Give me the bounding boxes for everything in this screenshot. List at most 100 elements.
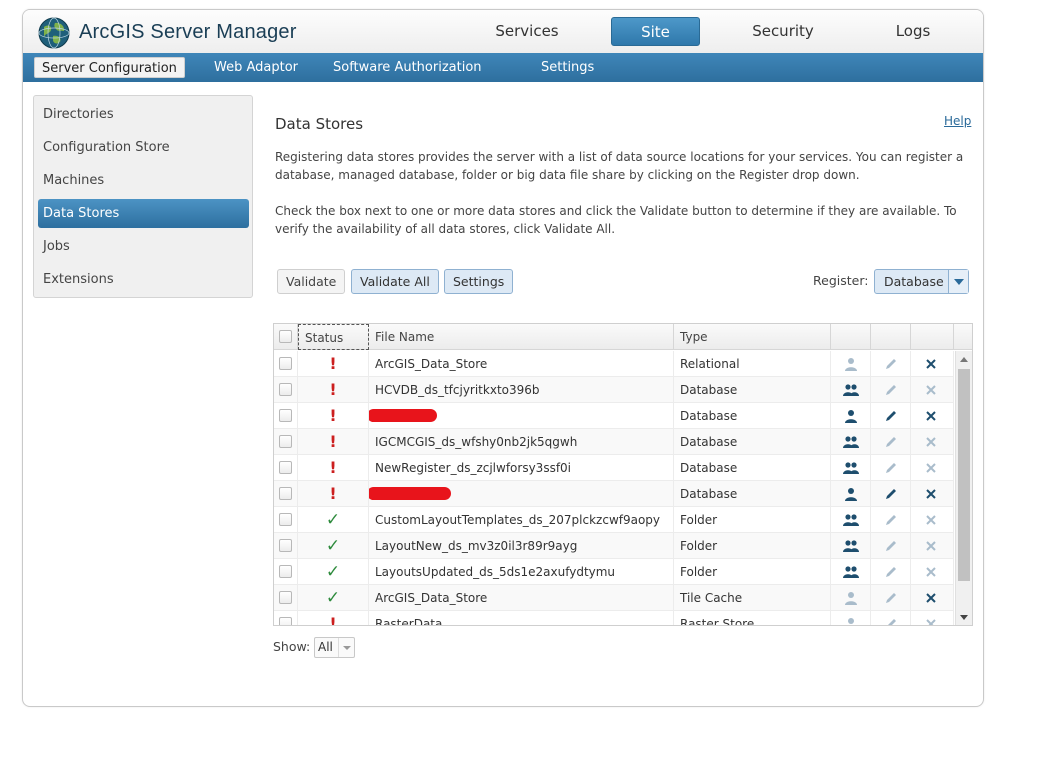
sidebar-item-configuration-store[interactable]: Configuration Store xyxy=(38,133,249,162)
subnav-software-authorization[interactable]: Software Authorization xyxy=(326,57,489,78)
table-row[interactable]: ! Database xyxy=(274,403,954,429)
table-row[interactable]: ! ArcGIS_Data_Store Relational xyxy=(274,351,954,377)
scroll-down-icon[interactable] xyxy=(960,615,968,620)
users-icon[interactable] xyxy=(843,435,859,449)
pencil-icon[interactable] xyxy=(884,435,898,449)
header-edit xyxy=(871,324,911,350)
table-row[interactable]: ✓ LayoutsUpdated_ds_5ds1e2axufydtymu Folde… xyxy=(274,559,954,585)
close-icon[interactable] xyxy=(925,592,937,604)
row-checkbox[interactable] xyxy=(279,435,292,448)
pencil-icon[interactable] xyxy=(884,513,898,527)
table-row[interactable]: ! Database xyxy=(274,481,954,507)
row-checkbox[interactable] xyxy=(279,487,292,500)
header-status[interactable]: Status xyxy=(298,324,369,350)
status-cell: ✓ xyxy=(298,585,369,611)
pencil-icon[interactable] xyxy=(884,383,898,397)
table-row[interactable]: ✓ ArcGIS_Data_Store Tile Cache xyxy=(274,585,954,611)
row-checkbox[interactable] xyxy=(279,357,292,370)
user-icon[interactable] xyxy=(843,487,859,501)
table-row[interactable]: ✓ LayoutNew_ds_mv3z0il3r89r9ayg Folder xyxy=(274,533,954,559)
row-checkbox[interactable] xyxy=(279,461,292,474)
sidebar-item-data-stores[interactable]: Data Stores xyxy=(38,199,249,228)
pencil-icon[interactable] xyxy=(884,617,898,625)
table-row[interactable]: ! IGCMCGIS_ds_wfshy0nb2jk5qgwh Database xyxy=(274,429,954,455)
app-header: ArcGIS Server Manager Services Site Secu… xyxy=(23,10,983,53)
users-icon[interactable] xyxy=(843,383,859,397)
row-checkbox[interactable] xyxy=(279,591,292,604)
scroll-up-icon[interactable] xyxy=(960,357,968,362)
top-tab-site[interactable]: Site xyxy=(611,17,700,46)
sidebar-item-directories[interactable]: Directories xyxy=(38,100,249,129)
table-row[interactable]: ! HCVDB_ds_tfcjyritkxto396b Database xyxy=(274,377,954,403)
row-checkbox[interactable] xyxy=(279,383,292,396)
users-icon[interactable] xyxy=(843,565,859,579)
pencil-icon[interactable] xyxy=(884,409,898,423)
close-icon[interactable] xyxy=(925,540,937,552)
file-name: LayoutsUpdated_ds_5ds1e2axufydtymu xyxy=(375,565,616,579)
settings-button[interactable]: Settings xyxy=(444,269,514,294)
close-icon[interactable] xyxy=(925,566,937,578)
scroll-thumb[interactable] xyxy=(958,369,970,581)
help-link[interactable]: Help xyxy=(944,114,971,128)
close-icon[interactable] xyxy=(925,462,937,474)
subnav-settings[interactable]: Settings xyxy=(534,57,601,78)
chevron-down-icon[interactable] xyxy=(338,638,354,657)
row-checkbox-cell xyxy=(274,559,298,585)
validate-button[interactable]: Validate xyxy=(277,269,346,294)
pencil-icon[interactable] xyxy=(884,539,898,553)
type-cell: Folder xyxy=(674,559,831,585)
chevron-down-icon[interactable] xyxy=(948,270,968,293)
pencil-icon[interactable] xyxy=(884,461,898,475)
type-cell: Database xyxy=(674,377,831,403)
users-icon[interactable] xyxy=(843,513,859,527)
sidebar-item-jobs[interactable]: Jobs xyxy=(38,232,249,261)
top-tab-logs[interactable]: Logs xyxy=(871,17,955,46)
close-icon[interactable] xyxy=(925,514,937,526)
table-row[interactable]: ! NewRegister_ds_zcjlwforsy3ssf0i Database xyxy=(274,455,954,481)
status-cell: ! xyxy=(298,429,369,455)
close-icon[interactable] xyxy=(925,436,937,448)
file-name-cell xyxy=(369,481,674,507)
show-filter-dropdown[interactable]: All xyxy=(314,637,355,658)
top-tab-security[interactable]: Security xyxy=(741,17,825,46)
sidebar-item-machines[interactable]: Machines xyxy=(38,166,249,195)
users-icon[interactable] xyxy=(843,539,859,553)
header-file-name[interactable]: File Name xyxy=(369,324,674,350)
permissions-cell xyxy=(831,403,871,429)
pencil-icon[interactable] xyxy=(884,591,898,605)
row-checkbox[interactable] xyxy=(279,409,292,422)
user-icon[interactable] xyxy=(843,591,859,605)
select-all-checkbox[interactable] xyxy=(279,330,292,343)
edit-cell xyxy=(871,403,911,429)
pencil-icon[interactable] xyxy=(884,487,898,501)
close-icon[interactable] xyxy=(925,358,937,370)
pencil-icon[interactable] xyxy=(884,565,898,579)
users-icon[interactable] xyxy=(843,461,859,475)
status-ok-icon: ✓ xyxy=(325,562,341,582)
pencil-icon[interactable] xyxy=(884,357,898,371)
close-icon[interactable] xyxy=(925,384,937,396)
close-icon[interactable] xyxy=(925,410,937,422)
table-row[interactable]: ✓ CustomLayoutTemplates_ds_207plckzcwf9ao… xyxy=(274,507,954,533)
edit-cell xyxy=(871,377,911,403)
validate-all-button[interactable]: Validate All xyxy=(351,269,439,294)
row-checkbox[interactable] xyxy=(279,539,292,552)
close-icon[interactable] xyxy=(925,488,937,500)
sidebar-item-extensions[interactable]: Extensions xyxy=(38,265,249,294)
register-dropdown[interactable]: Database xyxy=(874,269,969,294)
subnav-web-adaptor[interactable]: Web Adaptor xyxy=(207,57,305,78)
row-checkbox[interactable] xyxy=(279,513,292,526)
header-type[interactable]: Type xyxy=(674,324,831,350)
permissions-cell xyxy=(831,351,871,377)
user-icon[interactable] xyxy=(843,357,859,371)
row-checkbox[interactable] xyxy=(279,565,292,578)
table-scrollbar[interactable] xyxy=(955,351,972,625)
top-tab-services[interactable]: Services xyxy=(485,17,569,46)
subnav-server-configuration[interactable]: Server Configuration xyxy=(34,57,185,78)
table-row[interactable]: ! RasterData Raster Store xyxy=(274,611,954,625)
user-icon[interactable] xyxy=(843,617,859,625)
user-icon[interactable] xyxy=(843,409,859,423)
row-checkbox[interactable] xyxy=(279,617,292,625)
close-icon[interactable] xyxy=(925,618,937,625)
register-value: Database xyxy=(884,274,944,289)
